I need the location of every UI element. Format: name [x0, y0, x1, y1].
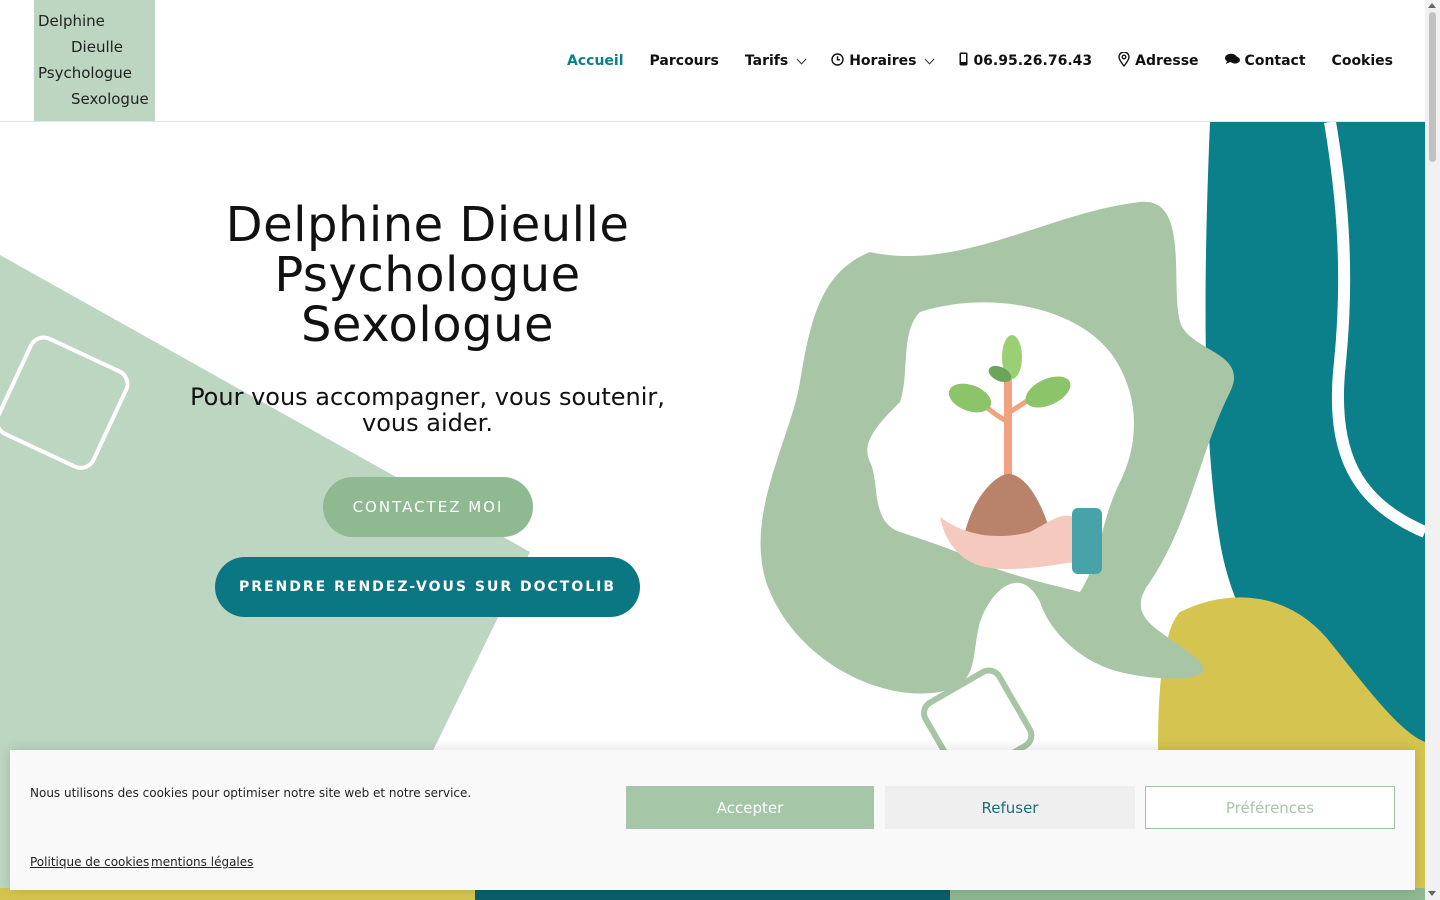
- nav-label: 06.95.26.76.43: [973, 53, 1093, 69]
- cookie-banner: Nous utilisons des cookies pour optimise…: [10, 750, 1415, 890]
- page-scrollbar[interactable]: [1425, 0, 1440, 900]
- site-header: Delphine Dieulle Psychologue Sexologue A…: [0, 0, 1425, 122]
- logo-line-2: Dieulle: [71, 38, 124, 56]
- hero-title-line-2: Psychologue: [274, 247, 581, 303]
- contact-button[interactable]: CONTACTEZ MOI: [323, 477, 533, 537]
- scrollbar-thumb[interactable]: [1429, 12, 1436, 162]
- hero-title-line-1: Delphine Dieulle: [225, 197, 630, 253]
- sleeve: [1072, 508, 1102, 574]
- clock-icon: [831, 52, 844, 70]
- site-logo[interactable]: Delphine Dieulle Psychologue Sexologue: [34, 0, 155, 121]
- chat-icon: [1224, 53, 1240, 69]
- logo-line-3: Psychologue: [38, 64, 133, 82]
- logo-line-1: Delphine: [38, 12, 105, 30]
- nav-item-parcours[interactable]: Parcours: [650, 50, 719, 72]
- doctolib-button[interactable]: PRENDRE RENDEZ-VOUS SUR DOCTOLIB: [215, 557, 640, 617]
- hero-title-line-3: Sexologue: [300, 297, 555, 353]
- chevron-down-icon: [924, 54, 935, 64]
- hero-title: Delphine Dieulle Psychologue Sexologue: [180, 200, 675, 350]
- accept-cookies-button[interactable]: Accepter: [626, 786, 874, 829]
- legal-notice-link[interactable]: mentions légales: [151, 855, 253, 869]
- phone-icon: [959, 52, 968, 70]
- hero-subtitle: Pour vous accompagner, vous soutenir, vo…: [190, 383, 665, 437]
- hero-text: Delphine Dieulle Psychologue Sexologue P…: [180, 200, 675, 436]
- cookie-message: Nous utilisons des cookies pour optimise…: [30, 786, 472, 800]
- chevron-down-icon: [796, 54, 807, 64]
- nav-item-cookies[interactable]: Cookies: [1332, 50, 1393, 72]
- nav-label: Horaires: [849, 53, 917, 69]
- refuse-cookies-button[interactable]: Refuser: [885, 786, 1135, 829]
- nav-item-tarifs[interactable]: Tarifs: [744, 50, 807, 72]
- logo-line-4: Sexologue: [71, 90, 149, 108]
- nav-label: Adresse: [1135, 53, 1199, 69]
- scroll-up-icon[interactable]: [1428, 3, 1436, 8]
- page: Delphine Dieulle Psychologue Sexologue A…: [0, 0, 1440, 900]
- nav-item-adresse[interactable]: Adresse: [1118, 50, 1199, 72]
- nav-item-phone[interactable]: 06.95.26.76.43: [959, 50, 1092, 72]
- nav-item-accueil[interactable]: Accueil: [567, 50, 624, 72]
- nav-item-contact[interactable]: Contact: [1224, 50, 1306, 72]
- main-nav: Accueil Parcours Tarifs Horaires 06.95.2…: [541, 50, 1393, 72]
- nav-label: Parcours: [649, 53, 719, 69]
- cookie-preferences-button[interactable]: Préférences: [1145, 786, 1395, 829]
- nav-label: Cookies: [1331, 53, 1393, 69]
- nav-label: Contact: [1244, 53, 1306, 69]
- cookie-policy-link[interactable]: Politique de cookies: [30, 855, 149, 869]
- nav-item-horaires[interactable]: Horaires: [831, 50, 935, 72]
- map-pin-icon: [1118, 50, 1130, 71]
- nav-label: Accueil: [567, 53, 624, 69]
- nav-label: Tarifs: [744, 53, 789, 69]
- scroll-down-icon[interactable]: [1428, 891, 1436, 896]
